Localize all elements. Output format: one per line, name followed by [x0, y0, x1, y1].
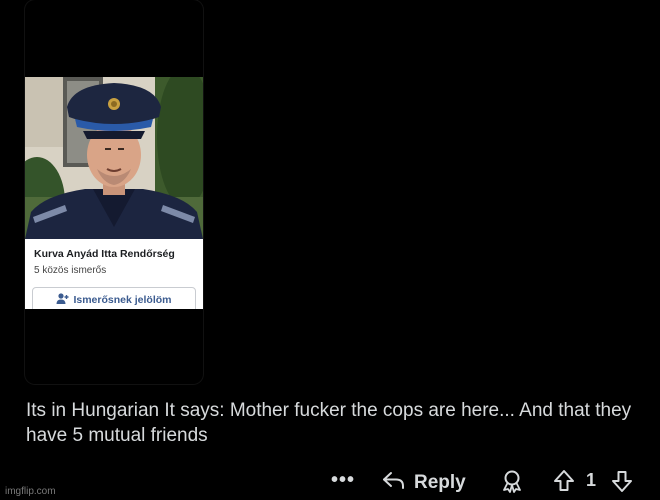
facebook-profile-screenshot: Kurva Anyád Itta Rendőrség 5 közös ismer…	[25, 77, 203, 309]
post-image-card[interactable]: Kurva Anyád Itta Rendőrség 5 közös ismer…	[25, 0, 203, 384]
upvote-arrow-icon	[552, 469, 576, 498]
reply-button[interactable]: Reply	[382, 469, 466, 497]
vote-count: 1	[586, 470, 597, 490]
profile-photo	[25, 77, 203, 239]
reply-label: Reply	[414, 472, 466, 493]
add-friend-button: Ismerősnek jelölöm	[32, 287, 196, 309]
overflow-menu-icon: •••	[331, 469, 356, 491]
award-button[interactable]	[500, 469, 524, 498]
person-add-icon	[56, 291, 69, 309]
reply-arrow-icon	[382, 469, 406, 497]
upvote-button[interactable]	[552, 469, 576, 498]
add-friend-label: Ismerősnek jelölöm	[73, 294, 172, 306]
profile-name: Kurva Anyád Itta Rendőrség	[34, 248, 175, 260]
downvote-arrow-icon	[610, 469, 634, 498]
mutual-friends-count: 5 közös ismerős	[34, 265, 107, 276]
downvote-button[interactable]	[610, 469, 634, 498]
overflow-menu-button[interactable]: •••	[331, 470, 355, 490]
comment-action-bar: ••• Reply 1	[0, 467, 660, 495]
award-icon	[500, 469, 524, 498]
imgflip-watermark: imgflip.com	[5, 486, 56, 497]
comment-body: Its in Hungarian It says: Mother fucker …	[26, 400, 632, 446]
profile-info: Kurva Anyád Itta Rendőrség 5 közös ismer…	[25, 239, 203, 309]
